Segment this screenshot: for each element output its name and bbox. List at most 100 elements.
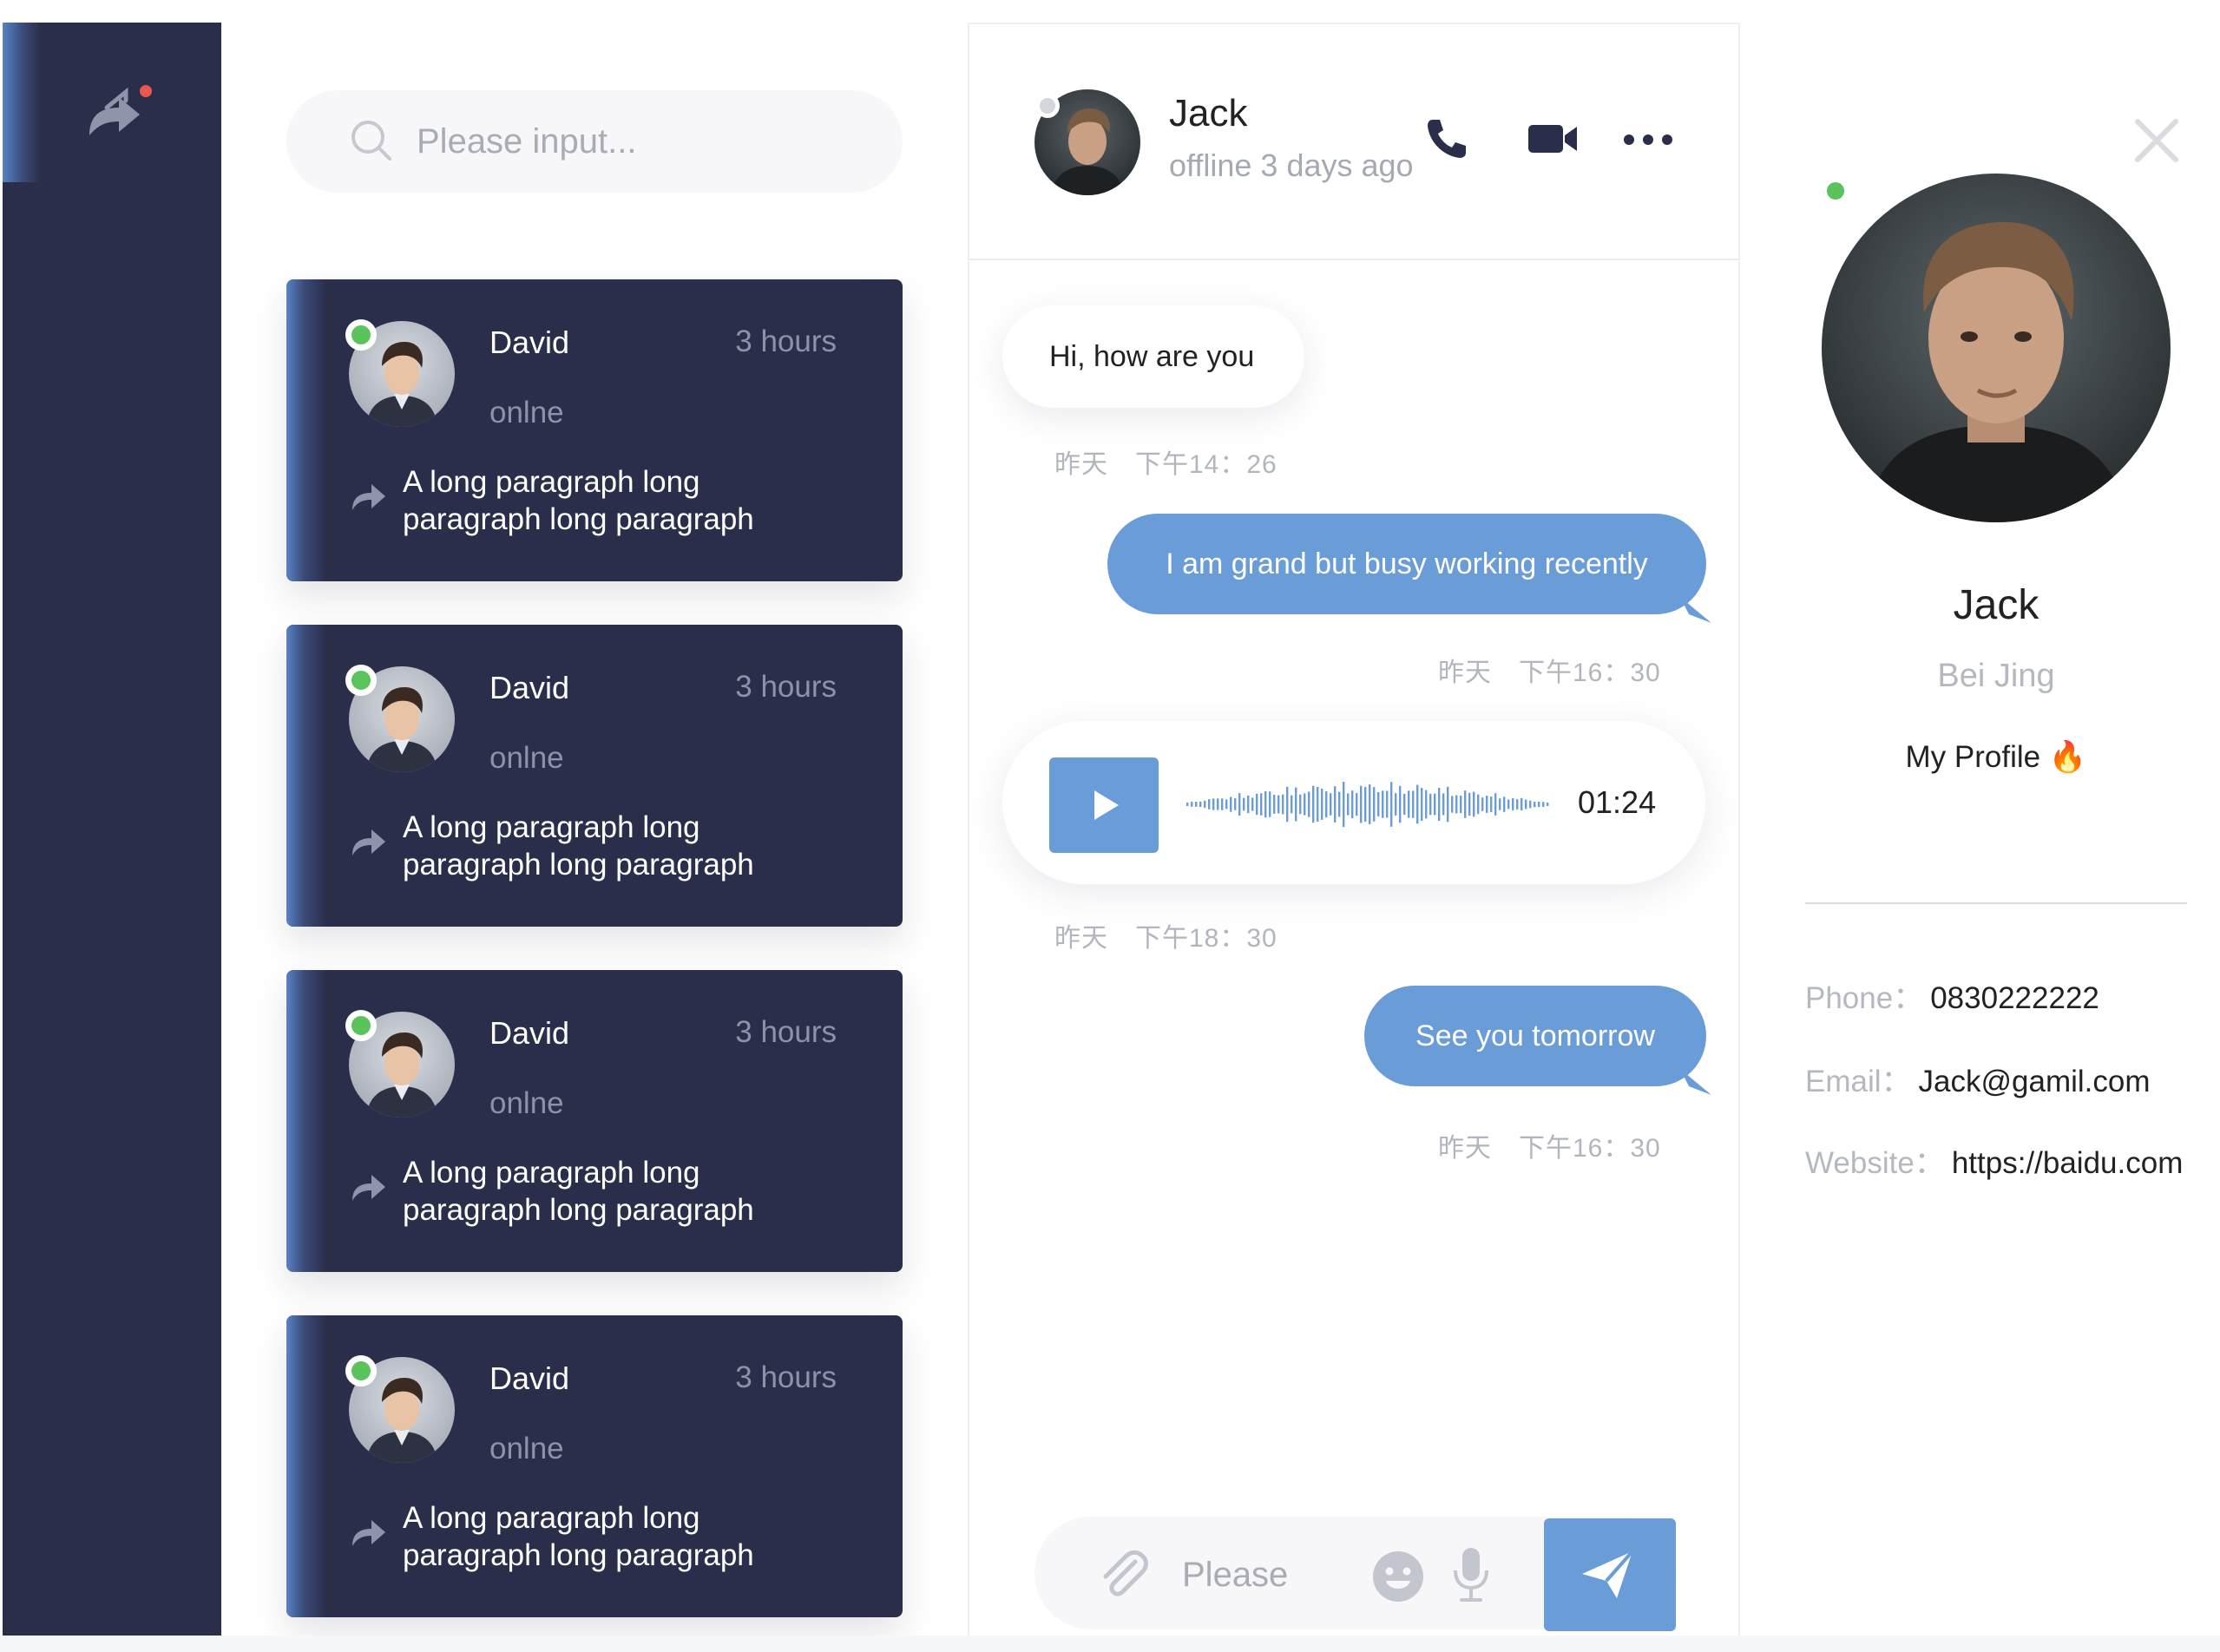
contact-name: David [489,1015,570,1051]
waveform-bar [1382,790,1384,818]
waveform-bar [1403,794,1406,815]
sidebar-active-indicator [3,23,41,182]
conversation-item[interactable]: David 3 hours onlne A long paragraph lon… [286,625,903,927]
last-active-time: 3 hours [735,1015,837,1049]
message-text: See you tomorrow [1415,1019,1655,1052]
email-label: Email： [1805,1065,1912,1098]
waveform-bar [1460,796,1462,813]
waveform-bar [1186,803,1189,806]
waveform-bar [1538,802,1540,808]
waveform-bar [1321,789,1323,820]
waveform-bar [1455,795,1458,814]
bubble-tail [1680,597,1711,623]
phone-call-icon[interactable] [1419,111,1475,167]
attachment-icon[interactable] [1095,1546,1153,1603]
outgoing-message-bubble[interactable]: I am grand but busy working recently [1107,514,1711,623]
waveform-bar [1317,787,1319,822]
online-status-dot [345,319,377,351]
online-status-dot [345,665,377,696]
emoji-icon[interactable] [1371,1550,1425,1603]
waveform-bar [1204,800,1206,809]
waveform-bar [1503,796,1506,812]
waveform-bar [1421,788,1423,821]
message-timestamp: 昨天 下午16：30 [1438,659,1661,687]
conversation-item[interactable]: David 3 hours onlne A long paragraph lon… [286,279,903,581]
voice-duration: 01:24 [1578,784,1657,820]
waveform-bar [1395,793,1397,816]
profile-city: Bei Jing [1937,658,2055,694]
waveform-bar [1390,782,1393,827]
online-status-dot [345,1355,377,1386]
phone-label: Phone： [1805,981,1924,1015]
contact-status: onlne [489,396,564,429]
waveform-bar [1338,791,1341,817]
waveform-bar [1334,786,1337,823]
waveform-bar [1243,797,1245,811]
last-active-time: 3 hours [735,324,837,358]
waveform-bar [1490,796,1493,812]
my-profile-link[interactable]: My Profile 🔥 [1740,739,2220,775]
message-preview: A long paragraph long paragraph long par… [403,1156,754,1227]
waveform-bar [1438,788,1441,821]
waveform-bar [1429,793,1432,816]
app-sidebar [3,23,221,1636]
phone-row: Phone： 0830222222 [1805,974,2099,1018]
contact-status: onlne [489,1432,564,1465]
waveform-bar [1347,793,1350,816]
waveform-bar [1468,792,1471,816]
waveform-bar [1221,798,1224,810]
waveform-bar [1230,796,1232,812]
waveform-bar [1304,793,1306,816]
close-icon[interactable] [2131,115,2183,167]
play-button[interactable] [1049,757,1159,853]
waveform-bar [1525,799,1527,810]
bubble-tail [1680,1069,1711,1095]
waveform-bar [1273,795,1276,814]
outgoing-message-bubble[interactable]: See you tomorrow [1364,986,1711,1095]
waveform-bar [1225,799,1228,810]
profile-divider [1805,902,2187,904]
waveform-bar [1512,798,1514,810]
waveform-bar [1199,801,1202,808]
search-bar[interactable] [286,90,903,193]
waveform-bar [1416,784,1419,824]
conversation-item[interactable]: David 3 hours onlne A long paragraph lon… [286,970,903,1272]
waveform-bar [1464,790,1467,818]
play-icon [1094,790,1119,820]
message-timestamp: 昨天 下午14：26 [1054,450,1277,479]
message-timestamp: 昨天 下午16：30 [1438,1134,1661,1163]
waveform-bar [1234,798,1237,810]
waveform-bar [1434,793,1436,816]
search-input[interactable] [417,109,851,174]
waveform-bar [1534,801,1536,808]
more-options-icon[interactable] [1620,111,1676,167]
waveform-bar [1408,790,1410,818]
email-value[interactable]: Jack@gamil.com [1919,1065,2151,1098]
contact-name: David [489,1360,570,1396]
voice-message-bubble[interactable]: 01:24 [1002,721,1705,884]
waveform-bar [1256,793,1258,816]
last-active-time: 3 hours [735,1360,837,1394]
send-button[interactable] [1544,1518,1676,1631]
waveform-bar [1264,790,1267,818]
website-row: Website： https://baidu.com [1805,1138,2183,1183]
conversation-item[interactable]: David 3 hours onlne A long paragraph lon… [286,1315,903,1617]
contact-status: onlne [489,741,564,775]
waveform-bar [1442,793,1445,816]
website-value[interactable]: https://baidu.com [1952,1146,2184,1180]
incoming-message-bubble[interactable]: Hi, how are you [1002,305,1304,408]
waveform-bar [1494,793,1497,816]
message-timestamp: 昨天 下午18：30 [1054,924,1277,953]
email-row: Email： Jack@gamil.com [1805,1057,2151,1101]
chat-contact-name: Jack [1169,92,1248,134]
waveform-bar [1451,796,1454,813]
message-text: Hi, how are you [1049,340,1255,373]
video-call-icon[interactable] [1525,111,1580,167]
microphone-icon[interactable] [1449,1544,1493,1605]
message-input[interactable] [1182,1543,1356,1607]
send-icon [1582,1550,1634,1598]
waveform-bar [1260,793,1263,816]
contact-name: David [489,670,570,705]
notification-dot [140,85,152,97]
profile-avatar [1822,174,2171,522]
